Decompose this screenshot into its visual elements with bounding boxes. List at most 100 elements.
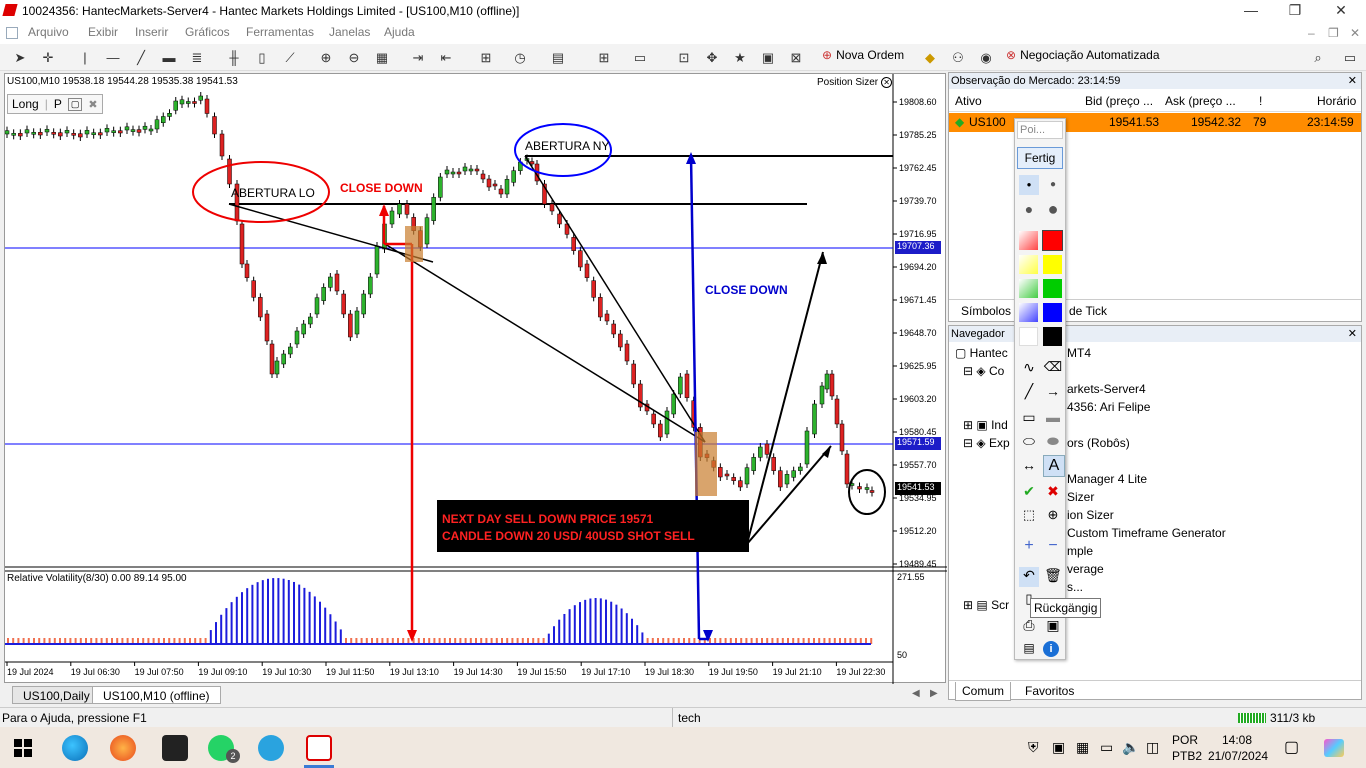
battery-icon[interactable]: ▭ [1100,739,1113,756]
bar-chart-icon[interactable]: ╫ [224,48,244,68]
trendline-3[interactable] [524,155,706,443]
menu-ferramentas[interactable]: Ferramentas [246,25,314,39]
minimize-button[interactable]: — [1236,2,1266,20]
color-white[interactable] [1019,327,1038,346]
fibonacci-icon[interactable]: ≣ [187,48,207,68]
zoom-out-icon[interactable]: ⊖ [344,48,364,68]
col-bid[interactable]: Bid (preço ... [1085,94,1153,108]
print-icon[interactable]: ⎙ [1019,617,1039,634]
rectangle-icon[interactable]: ▬ [159,48,179,68]
select-region-icon[interactable]: ⬚ [1019,507,1039,523]
indicators-icon[interactable]: ⊞ [476,48,496,68]
firefox-icon[interactable] [110,735,136,761]
clock-time[interactable]: 14:08 [1222,733,1252,747]
delete-icon[interactable]: 🗑 [1043,567,1063,584]
fertig-button[interactable]: Fertig [1017,147,1063,169]
nav-accounts[interactable]: ⊟ ◈ Co [963,364,1004,378]
dot-size-2-icon[interactable]: ● [1043,175,1063,195]
new-chart-icon[interactable]: ⊞ [594,48,614,68]
search-icon[interactable]: ⌕ [1308,48,1328,68]
panel-close-icon[interactable]: ✖ [88,98,97,111]
new-order-button[interactable]: ⊕ Nova Ordem [822,48,904,62]
volume-icon[interactable]: 🔈 [1122,739,1139,756]
dot-size-4-icon[interactable]: ● [1043,199,1063,219]
data-window-icon[interactable]: ✥ [702,48,722,68]
nav-expert-manager[interactable]: Manager 4 Lite [1067,472,1147,486]
color-yellow-light[interactable] [1019,255,1038,274]
color-blue[interactable] [1043,303,1062,322]
screenshot-icon[interactable]: ▤ [1019,641,1039,655]
vertical-line-icon[interactable]: | [75,48,95,68]
position-sizer-button[interactable]: Position Sizer ✕ [817,77,893,88]
menu-janelas[interactable]: Janelas [329,25,370,39]
color-red[interactable] [1042,230,1063,251]
filled-rectangle-tool-icon[interactable]: ▬ [1043,409,1063,425]
network-icon[interactable]: ◫ [1146,739,1159,756]
dot-size-1-icon[interactable]: ● [1019,175,1039,195]
freehand-icon[interactable]: ∿ [1019,359,1039,376]
nav-expert-position-sizer[interactable]: ion Sizer [1067,508,1114,522]
periods-icon[interactable]: ◷ [510,48,530,68]
nav-server[interactable]: arkets-Server4 [1067,382,1146,396]
rectangle-tool-icon[interactable]: ▭ [1019,409,1039,426]
checkmark-icon[interactable]: ✔ [1019,483,1039,500]
position-sizer-mini-panel[interactable]: Long | P ▢ ✖ [7,94,103,114]
autoscroll-icon[interactable]: ⇥ [408,48,428,68]
metaeditor-icon[interactable]: ◆ [920,48,940,68]
mdi-close-button[interactable]: ✕ [1350,26,1360,40]
close-button[interactable]: ✕ [1326,2,1356,20]
position-sizer-close-icon[interactable]: ✕ [881,77,893,88]
col-ask[interactable]: Ask (preço ... [1165,94,1236,108]
menu-arquivo[interactable]: Arquivo [28,25,69,39]
candlestick-icon[interactable]: ▯ [252,48,272,68]
col-time[interactable]: Horário [1317,94,1356,108]
price-chart[interactable]: 19808.60 19785.25 19762.45 19739.70 19716.95… [5,74,947,684]
tab-simbolos[interactable]: Símbolos [961,304,1011,318]
metatrader-icon[interactable] [306,735,332,761]
color-green[interactable] [1043,279,1062,298]
zoom-in-icon[interactable]: ⊕ [316,48,336,68]
clock-date[interactable]: 21/07/2024 [1208,749,1268,763]
long-label[interactable]: Long [12,97,39,111]
tile-windows-icon[interactable]: ▦ [372,48,392,68]
eraser-icon[interactable]: ⌫ [1043,359,1063,375]
highlight-box-1[interactable] [405,226,423,262]
tab-scroll-left-icon[interactable]: ◀ [912,688,920,699]
dot-size-3-icon[interactable]: ● [1019,199,1039,219]
panel-restore-icon[interactable]: ▢ [67,97,83,111]
tester-icon[interactable]: ⊠ [786,48,806,68]
trendline-2[interactable] [384,243,706,443]
market-watch-icon[interactable]: ⊡ [674,48,694,68]
menu-exibir[interactable]: Exibir [88,25,118,39]
security-icon[interactable]: ⛨ [1028,739,1039,756]
horizontal-line-icon[interactable]: — [103,48,123,68]
text-tool-icon[interactable]: A [1043,455,1065,477]
language-indicator[interactable]: POR [1172,733,1198,747]
line-chart-icon[interactable]: ⟋ [280,48,300,68]
navigator-icon[interactable]: ★ [730,48,750,68]
nav-expert-more[interactable]: s... [1067,580,1083,594]
info-icon[interactable]: i [1043,641,1059,657]
tab-scroll-right-icon[interactable]: ▶ [930,688,938,699]
crosshair-icon[interactable]: ✛ [38,48,58,68]
nav-indicators[interactable]: ⊞ ▣ Ind [963,418,1008,432]
color-green-light[interactable] [1019,279,1038,298]
templates-icon[interactable]: ▤ [548,48,568,68]
save-icon[interactable]: ▣ [1043,617,1063,634]
ellipse-tool-icon[interactable]: ⬭ [1019,433,1039,450]
market-watch-close-icon[interactable]: ✕ [1348,74,1357,87]
col-ativo[interactable]: Ativo [955,94,982,108]
color-blue-light[interactable] [1019,303,1038,322]
market-row-us100[interactable]: ◆ US100 19541.53 19542.32 79 23:14:59 [949,113,1361,132]
nav-experts[interactable]: ⊟ ◈ Exp [963,436,1010,450]
arrow-tool-icon[interactable]: → [1043,383,1063,399]
nav-root[interactable]: ▢ Hantec [955,346,1008,360]
plus-icon[interactable]: + [1019,537,1039,555]
copilot-icon[interactable] [1324,739,1344,757]
panel-p-label[interactable]: P [54,97,62,111]
navigator-close-icon[interactable]: ✕ [1348,327,1357,340]
cross-icon[interactable]: ✖ [1043,483,1063,500]
nav-scripts[interactable]: ⊞ ▤ Scr [963,598,1009,612]
notes-app-icon[interactable] [162,735,188,761]
color-yellow[interactable] [1043,255,1062,274]
